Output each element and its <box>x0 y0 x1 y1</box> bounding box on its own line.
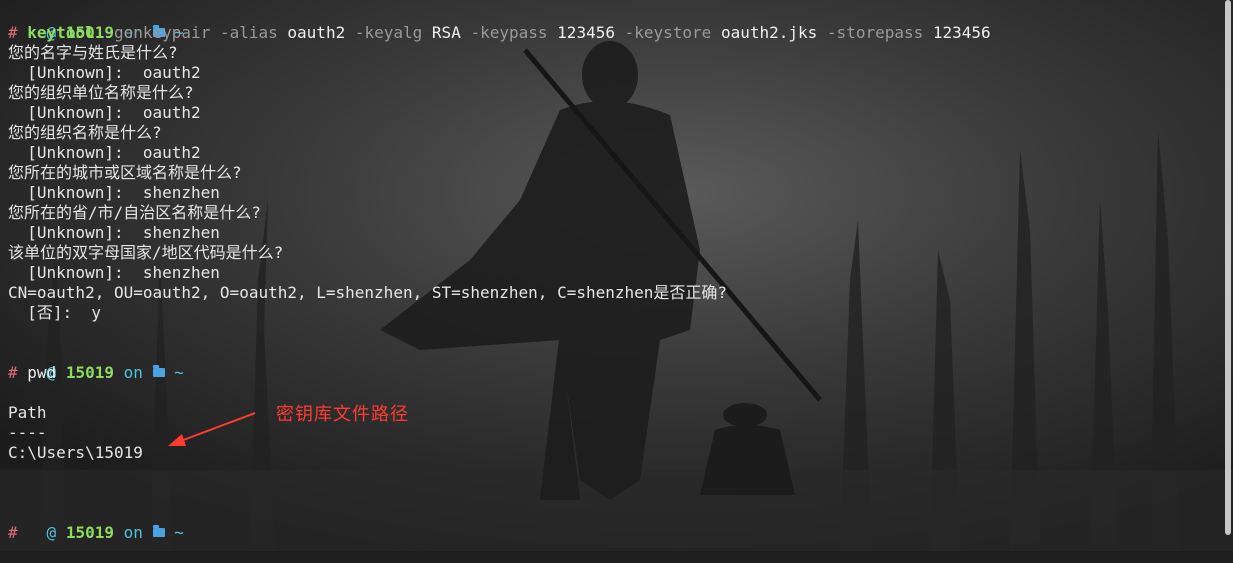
arg-value: 123456 <box>932 23 991 42</box>
output-line: CN=oauth2, OU=oauth2, O=oauth2, L=shenzh… <box>8 283 728 302</box>
output-line: 您的组织名称是什么? <box>8 123 162 142</box>
flag: -genkeypair <box>104 23 211 42</box>
flag: -alias <box>219 23 278 42</box>
arg-value: oauth2 <box>287 23 346 42</box>
output-line: 您所在的省/市/自治区名称是什么? <box>8 203 261 222</box>
output-line: [Unknown]: oauth2 <box>8 63 201 82</box>
command-name: pwd <box>27 363 57 382</box>
terminal-output[interactable]: @ 15019 on ~ # keytool -genkeypair -alia… <box>8 0 1218 543</box>
prompt-hash: # <box>8 363 18 382</box>
prompt-hash: # <box>8 23 18 42</box>
prompt-line-3: @ 15019 on ~ <box>8 503 1218 542</box>
output-line: [Unknown]: oauth2 <box>8 143 201 162</box>
command-line-pwd: # pwd <box>8 363 1218 383</box>
output-line: ---- <box>8 423 47 442</box>
command-name: keytool <box>27 23 95 42</box>
output-line: C:\Users\15019 <box>8 443 143 462</box>
output-line: 该单位的双字母国家/地区代码是什么? <box>8 243 284 262</box>
command-line-current[interactable]: # <box>8 523 1218 543</box>
output-line: [Unknown]: oauth2 <box>8 103 201 122</box>
output-line: 您所在的城市或区域名称是什么? <box>8 163 242 182</box>
prompt-line-2: @ 15019 on ~ <box>8 343 1218 382</box>
arg-value: oauth2.jks <box>720 23 818 42</box>
output-line: 您的名字与姓氏是什么? <box>8 43 178 62</box>
prompt-line-1: @ 15019 on ~ <box>8 3 1218 42</box>
scrollbar[interactable] <box>1225 0 1231 535</box>
command-line-keytool: # keytool -genkeypair -alias oauth2 -key… <box>8 23 1218 43</box>
output-line: [Unknown]: shenzhen <box>8 183 220 202</box>
output-line: [否]: y <box>8 303 102 322</box>
output-line: [Unknown]: shenzhen <box>8 263 220 282</box>
annotation-label: 密钥库文件路径 <box>276 404 409 425</box>
flag: -keystore <box>624 23 712 42</box>
arg-value: 123456 <box>557 23 615 42</box>
arg-value: RSA <box>431 23 461 42</box>
prompt-hash: # <box>8 523 18 542</box>
output-line: [Unknown]: shenzhen <box>8 223 220 242</box>
output-line: Path <box>8 403 47 422</box>
flag: -keyalg <box>354 23 423 42</box>
flag: -keypass <box>470 23 548 42</box>
flag: -storepass <box>826 23 924 42</box>
output-line: 您的组织单位名称是什么? <box>8 83 194 102</box>
